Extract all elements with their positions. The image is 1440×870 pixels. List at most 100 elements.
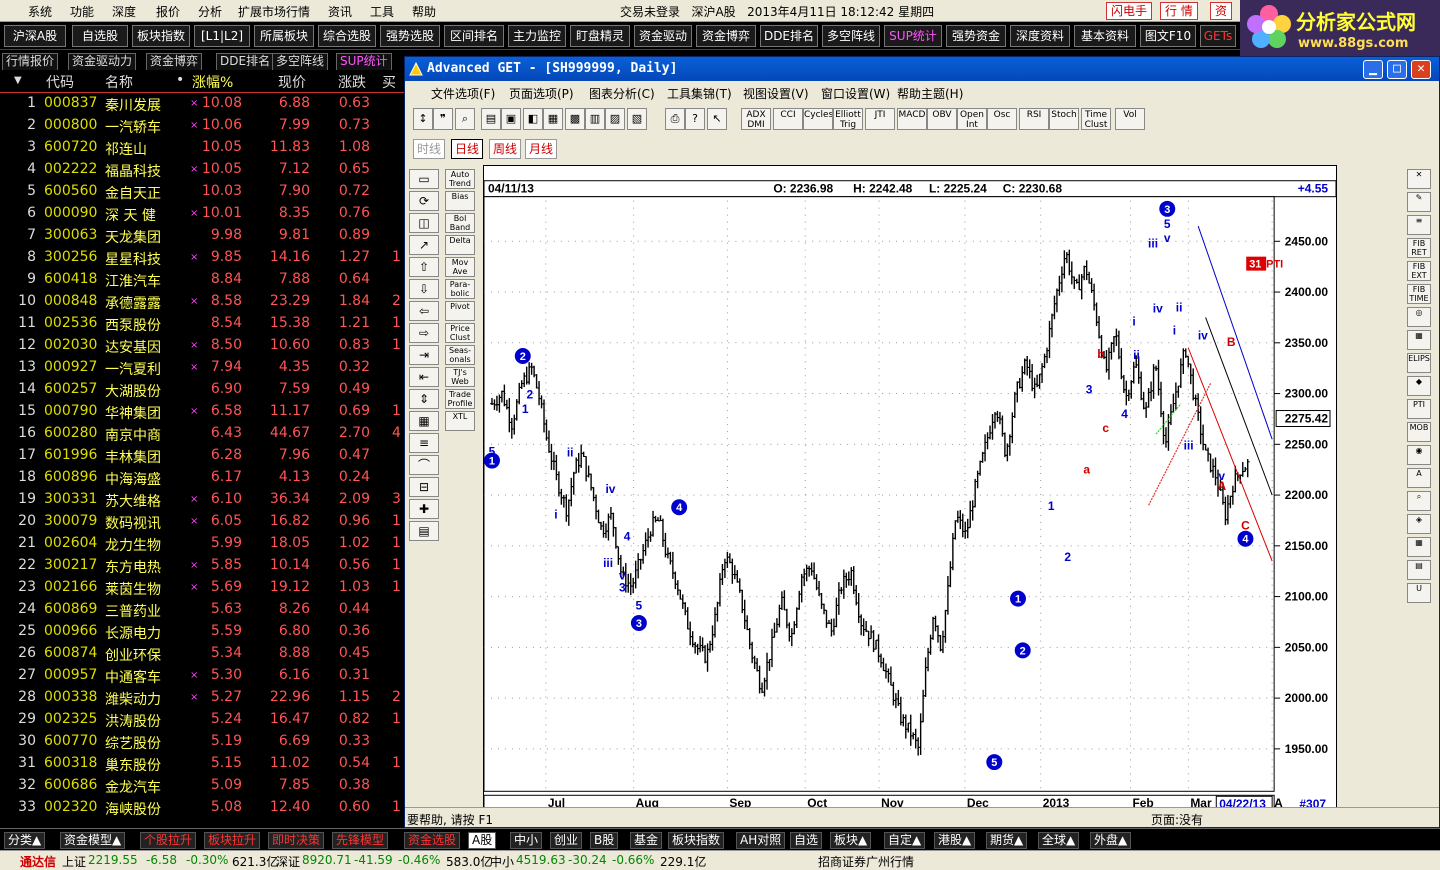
list-tab-5[interactable]: SUP统计 (336, 53, 392, 70)
table-row[interactable]: 20 300079 数码视讯 × 6.05 16.82 0.96 1 (0, 510, 404, 532)
window-menu-3[interactable]: 工具集锦(T) (667, 85, 732, 102)
left-tool-icon-0[interactable]: ▭ (409, 169, 439, 189)
tool-rsi[interactable]: RSI (1019, 108, 1049, 130)
window-titlebar[interactable]: Advanced GET - [SH999999, Daily] ▁ □ ✕ (405, 57, 1439, 81)
right-tool-18[interactable]: U (1407, 583, 1431, 603)
right-tool-3[interactable]: FIB RET (1407, 238, 1431, 258)
left-tool-icon-8[interactable]: ⇥ (409, 345, 439, 365)
right-tool-14[interactable]: ⌕ (1407, 491, 1431, 511)
market-tab-18[interactable]: 期货▲ (986, 832, 1028, 849)
left-tool-icon-7[interactable]: ⇨ (409, 323, 439, 343)
left-tool-icon-16[interactable]: ▤ (409, 521, 439, 541)
market-tab-7[interactable]: A股 (468, 832, 497, 849)
tool-cci[interactable]: CCI (773, 108, 803, 130)
toolbar-btn-1[interactable]: 自选股 (72, 25, 128, 47)
menu-3[interactable]: 报价 (156, 3, 180, 20)
toolbar-icon-6[interactable]: ▦ (543, 108, 563, 130)
menu-5[interactable]: 扩展市场行情 (238, 3, 310, 20)
table-row[interactable]: 12 002030 达安基因 × 8.50 10.60 0.83 1 (0, 334, 404, 356)
period-tab-0[interactable]: 时线 (413, 139, 446, 159)
right-tool-6[interactable]: ◎ (1407, 307, 1431, 327)
flash-trade-button[interactable]: 闪电手 (1106, 2, 1153, 20)
tool-stoch[interactable]: Stoch (1049, 108, 1079, 130)
period-tab-3[interactable]: 月线 (525, 139, 558, 159)
toolbar-btn-2[interactable]: 板块指数 (132, 25, 190, 47)
tool-pivot[interactable]: Pivot (445, 301, 475, 321)
table-row[interactable]: 29 002325 洪涛股份 5.24 16.47 0.82 1 (0, 708, 404, 730)
tool-tjsweb[interactable]: TJ's Web (445, 367, 475, 387)
list-tab-4[interactable]: 多空阵线 (272, 53, 329, 70)
menu-0[interactable]: 系统 (28, 3, 52, 20)
market-tab-12[interactable]: 板块指数 (668, 832, 725, 849)
table-row[interactable]: 26 600874 创业环保 5.34 8.88 0.45 (0, 642, 404, 664)
toolbar-btn-11[interactable]: 资金博弈 (696, 25, 756, 47)
tool-autotrend[interactable]: Auto Trend (445, 169, 475, 189)
tool-time-clust[interactable]: Time Clust (1081, 108, 1111, 130)
toolbar-btn-5[interactable]: 综合选股 (318, 25, 376, 47)
tool-open-int[interactable]: Open Int (957, 108, 987, 130)
toolbar-icon-12[interactable]: ? (685, 108, 705, 130)
toolbar-icon-3[interactable]: ▤ (481, 108, 501, 130)
table-row[interactable]: 6 000090 深 天 健 × 10.01 8.35 0.76 (0, 202, 404, 224)
toolbar-icon-7[interactable]: ▩ (565, 108, 585, 130)
period-tab-1[interactable]: 日线 (451, 139, 484, 159)
list-tab-3[interactable]: DDE排名 (216, 53, 275, 70)
right-tool-9[interactable]: ◆ (1407, 376, 1431, 396)
tool-jti[interactable]: JTI (865, 108, 895, 130)
right-tool-17[interactable]: ▤ (1407, 560, 1431, 580)
left-tool-icon-15[interactable]: ✚ (409, 499, 439, 519)
market-tab-19[interactable]: 全球▲ (1038, 832, 1080, 849)
col-pct[interactable]: 涨幅% (192, 72, 233, 92)
market-tab-13[interactable]: AH对照 (736, 832, 786, 849)
table-row[interactable]: 23 002166 莱茵生物 × 5.69 19.12 1.03 1 (0, 576, 404, 598)
right-tool-10[interactable]: PTI (1407, 399, 1431, 419)
tool-elliott-trig[interactable]: Elliott Trig (833, 108, 863, 130)
toolbar-btn-4[interactable]: 所属板块 (254, 25, 314, 47)
window-menu-4[interactable]: 视图设置(V) (743, 85, 809, 102)
window-menu-6[interactable]: 帮助主题(H) (897, 85, 963, 102)
tool-osc[interactable]: Osc (987, 108, 1017, 130)
table-row[interactable]: 22 300217 东方电热 × 5.85 10.14 0.56 1 (0, 554, 404, 576)
table-row[interactable]: 2 000800 一汽轿车 × 10.06 7.99 0.73 (0, 114, 404, 136)
market-tab-6[interactable]: 资金选股 (404, 832, 461, 849)
toolbar-icon-11[interactable]: ⎙ (665, 108, 685, 130)
menu-7[interactable]: 工具 (370, 3, 394, 20)
table-row[interactable]: 28 000338 潍柴动力 × 5.27 22.96 1.15 2 (0, 686, 404, 708)
right-tool-2[interactable]: ≡ (1407, 215, 1431, 235)
list-tab-1[interactable]: 资金驱动力 (68, 53, 137, 70)
toolbar-btn-8[interactable]: 主力监控 (508, 25, 566, 47)
toolbar-btn-6[interactable]: 强势选股 (380, 25, 440, 47)
toolbar-btn-7[interactable]: 区间排名 (444, 25, 504, 47)
market-tab-17[interactable]: 港股▲ (934, 832, 976, 849)
left-tool-icon-10[interactable]: ⇕ (409, 389, 439, 409)
col-code[interactable]: 代码 (46, 72, 74, 92)
toolbar-btn-9[interactable]: 盯盘精灵 (570, 25, 630, 47)
market-tab-9[interactable]: 创业 (550, 832, 583, 849)
minimize-button[interactable]: ▁ (1363, 60, 1383, 79)
menu-6[interactable]: 资讯 (328, 3, 352, 20)
maximize-button[interactable]: □ (1387, 60, 1407, 79)
left-tool-icon-9[interactable]: ⇤ (409, 367, 439, 387)
table-row[interactable]: 9 600418 江淮汽车 8.84 7.88 0.64 (0, 268, 404, 290)
toolbar-btn-18[interactable]: 图文F10 (1140, 25, 1196, 47)
right-tool-4[interactable]: FIB EXT (1407, 261, 1431, 281)
table-row[interactable]: 31 600318 巢东股份 5.15 11.02 0.54 1 (0, 752, 404, 774)
table-row[interactable]: 19 300331 苏大维格 × 6.10 36.34 2.09 3 (0, 488, 404, 510)
table-row[interactable]: 1 000837 秦川发展 × 10.08 6.88 0.63 (0, 92, 404, 114)
tool-vol[interactable]: Vol (1115, 108, 1145, 130)
right-tool-13[interactable]: A (1407, 468, 1431, 488)
left-tool-icon-13[interactable]: ⌒ (409, 455, 439, 475)
close-button[interactable]: ✕ (1411, 60, 1431, 79)
toolbar-btn-0[interactable]: 沪深A股 (4, 25, 66, 47)
table-row[interactable]: 16 600280 南京中商 6.43 44.67 2.70 4 (0, 422, 404, 444)
window-menu-0[interactable]: 文件选项(F) (431, 85, 495, 102)
table-row[interactable]: 24 600869 三普药业 5.63 8.26 0.44 (0, 598, 404, 620)
tool-obv[interactable]: OBV (927, 108, 957, 130)
market-tab-5[interactable]: 先锋模型 (332, 832, 389, 849)
toolbar-icon-1[interactable]: ❞ (433, 108, 453, 130)
toolbar-btn-19[interactable]: GETs (1200, 25, 1236, 47)
info-button[interactable]: 资 (1210, 2, 1233, 20)
table-row[interactable]: 8 300256 星星科技 × 9.85 14.16 1.27 1 (0, 246, 404, 268)
market-tab-0[interactable]: 分类▲ (4, 832, 46, 849)
toolbar-btn-3[interactable]: [L1|L2] (194, 25, 250, 47)
